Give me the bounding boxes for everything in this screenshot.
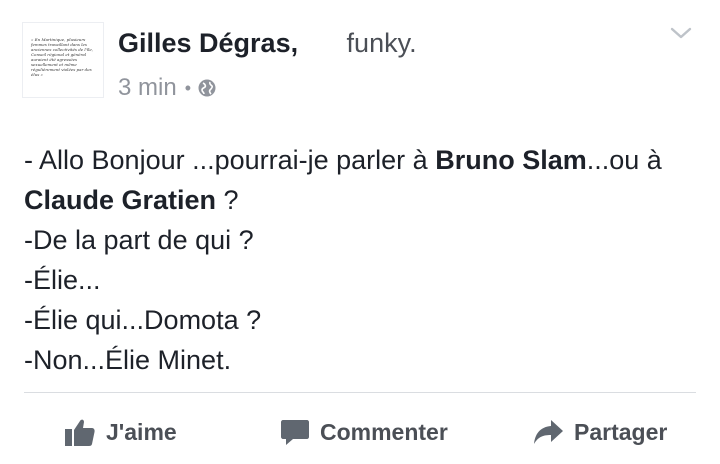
like-label: J'aime (106, 418, 177, 445)
globe-icon[interactable] (197, 78, 217, 98)
mentioned-name: Claude Gratien (24, 185, 217, 215)
share-button[interactable]: Partager (532, 408, 667, 456)
message-line: -Non...Élie Minet. (24, 340, 704, 380)
share-arrow-icon (534, 420, 563, 444)
message-text: -Élie... (24, 265, 101, 295)
author-avatar[interactable]: « En Martinique, plusieurs femmes travai… (22, 22, 104, 98)
feeling-status: funky. (346, 28, 417, 58)
thumbs-up-icon (65, 419, 95, 446)
author-name[interactable]: Gilles Dégras, (118, 28, 298, 58)
post-message: - Allo Bonjour ...pourrai-je parler à Br… (24, 140, 704, 380)
message-text: ? (216, 185, 239, 215)
post-meta: 3 min • (118, 74, 217, 102)
message-text: - Allo Bonjour ...pourrai-je parler à (24, 145, 436, 175)
message-line: -Élie... (24, 260, 704, 300)
message-line: -Élie qui...Domota ? (24, 300, 704, 340)
divider (24, 392, 696, 393)
message-line: -De la part de qui ? (24, 220, 704, 260)
message-text: -Élie qui...Domota ? (24, 305, 262, 335)
message-line: - Allo Bonjour ...pourrai-je parler à Br… (24, 140, 704, 220)
comment-bubble-icon (281, 420, 309, 445)
share-label: Partager (574, 418, 668, 445)
comment-label: Commenter (320, 418, 448, 445)
mentioned-name: Bruno Slam (435, 145, 587, 175)
message-text: ...ou à (586, 145, 662, 175)
comment-button[interactable]: Commenter (280, 408, 448, 456)
avatar-text: « En Martinique, plusieurs femmes travai… (31, 37, 94, 77)
post-header: Gilles Dégras, funky. (118, 28, 417, 68)
like-button[interactable]: J'aime (64, 408, 177, 456)
message-text: -Non...Élie Minet. (24, 345, 232, 375)
chevron-down-icon[interactable] (670, 26, 692, 40)
post-timestamp[interactable]: 3 min (118, 74, 177, 102)
post-actions: J'aime Commenter Partager (0, 408, 720, 456)
message-text: -De la part de qui ? (24, 225, 254, 255)
meta-separator: • (184, 77, 191, 98)
